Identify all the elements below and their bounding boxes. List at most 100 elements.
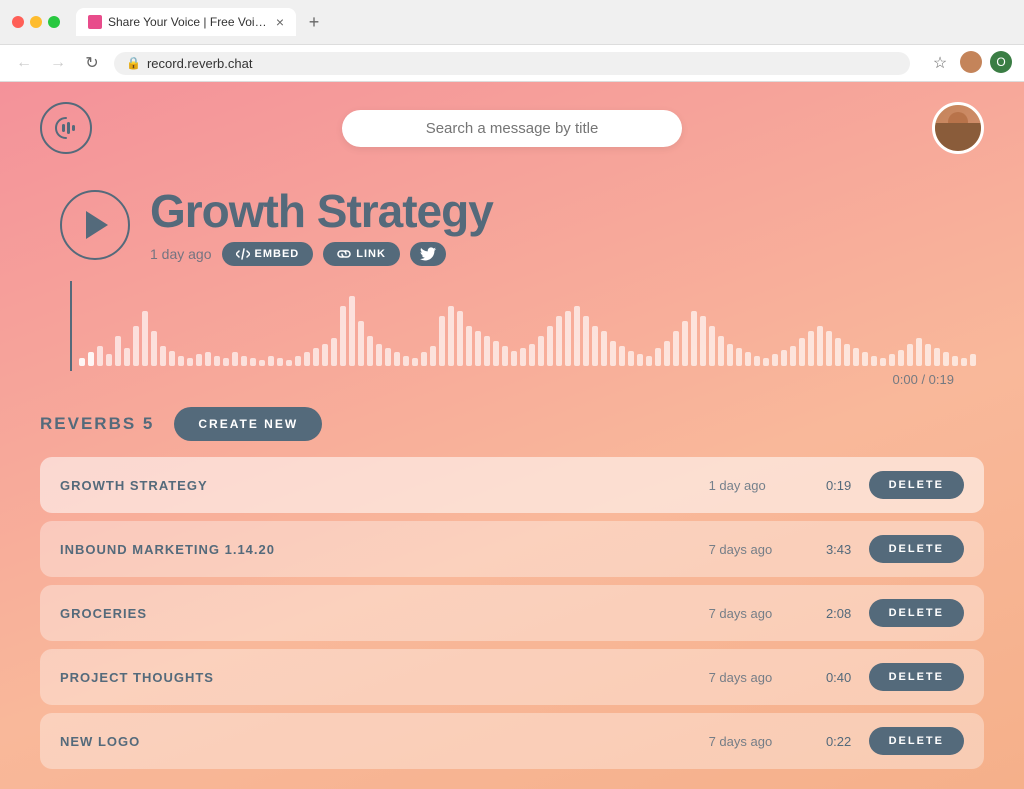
waveform-bar [133, 326, 139, 366]
player-info: Growth Strategy 1 day ago EMBED LINK [150, 184, 493, 266]
maximize-button[interactable] [48, 16, 60, 28]
waveform-bar [331, 338, 337, 366]
waveform-bar [277, 358, 283, 366]
delete-button[interactable]: DELETE [869, 535, 964, 563]
waveform-bar [502, 346, 508, 366]
star-icon[interactable]: ☆ [928, 51, 952, 75]
waveform-bar [718, 336, 724, 366]
waveform-bar [592, 326, 598, 366]
address-bar[interactable]: 🔒 record.reverb.chat [114, 52, 910, 75]
waveform-bar [871, 356, 877, 366]
reverb-name: GROWTH STRATEGY [60, 478, 709, 493]
waveform-bar [952, 356, 958, 366]
waveform-bar [646, 356, 652, 366]
reverb-item[interactable]: NEW LOGO 7 days ago 0:22 DELETE [40, 713, 984, 769]
waveform-bar [376, 344, 382, 366]
waveform-bar [151, 331, 157, 366]
waveform-bar [862, 352, 868, 366]
waveform-bar [259, 360, 265, 366]
waveform-bar [817, 326, 823, 366]
waveform-bar [691, 311, 697, 366]
waveform-bar [214, 356, 220, 366]
minimize-button[interactable] [30, 16, 42, 28]
waveform-bar [475, 331, 481, 366]
waveform-bar [529, 344, 535, 366]
waveform-bar [925, 344, 931, 366]
waveform-bar [97, 346, 103, 366]
back-button[interactable]: ← [12, 51, 36, 75]
waveform-bar [511, 351, 517, 366]
browser-toolbar: ← → ↻ 🔒 record.reverb.chat ☆ O [0, 44, 1024, 82]
forward-button[interactable]: → [46, 51, 70, 75]
reverb-timestamp: 7 days ago [709, 670, 809, 685]
waveform-bar [268, 356, 274, 366]
waveform-bar [844, 344, 850, 366]
waveform-bar [223, 358, 229, 366]
waveform-bar [682, 321, 688, 366]
reverb-item[interactable]: PROJECT THOUGHTS 7 days ago 0:40 DELETE [40, 649, 984, 705]
reverb-item[interactable]: GROCERIES 7 days ago 2:08 DELETE [40, 585, 984, 641]
search-input[interactable] [342, 110, 682, 147]
waveform-bar [556, 316, 562, 366]
twitter-button[interactable] [410, 242, 446, 266]
tab-close-icon[interactable]: × [276, 14, 284, 30]
waveform-bar [493, 341, 499, 366]
waveform-bar [106, 354, 112, 366]
link-button[interactable]: LINK [323, 242, 400, 266]
extension-icon[interactable]: O [990, 51, 1012, 73]
waveform-bar [709, 326, 715, 366]
delete-button[interactable]: DELETE [869, 471, 964, 499]
delete-button[interactable]: DELETE [869, 599, 964, 627]
waveform-bar [142, 311, 148, 366]
delete-button[interactable]: DELETE [869, 663, 964, 691]
waveform-bar [835, 338, 841, 366]
waveform-bar [178, 356, 184, 366]
embed-button[interactable]: EMBED [222, 242, 314, 266]
reverb-item[interactable]: GROWTH STRATEGY 1 day ago 0:19 DELETE [40, 457, 984, 513]
waveform-bar [736, 348, 742, 366]
waveform-bar [430, 346, 436, 366]
create-new-button[interactable]: CREATE NEW [174, 407, 322, 441]
waveform-bar [853, 348, 859, 366]
waveform-bar [304, 352, 310, 366]
waveform-container[interactable]: 0:00 / 0:19 [60, 286, 964, 387]
waveform-bar [367, 336, 373, 366]
browser-actions: ☆ O [928, 51, 1012, 75]
play-button[interactable] [60, 190, 130, 260]
play-icon [86, 211, 108, 239]
refresh-button[interactable]: ↻ [80, 51, 104, 75]
tab-favicon [88, 15, 102, 29]
browser-chrome: Share Your Voice | Free Voice N... × + ←… [0, 0, 1024, 82]
waveform-bar [700, 316, 706, 366]
waveform-bar [547, 326, 553, 366]
waveform-bar [187, 358, 193, 366]
delete-button[interactable]: DELETE [869, 727, 964, 755]
waveform-bar [619, 346, 625, 366]
tab-title: Share Your Voice | Free Voice N... [108, 15, 270, 29]
user-avatar [932, 102, 984, 154]
player-section: Growth Strategy 1 day ago EMBED LINK [0, 174, 1024, 387]
waveform-bar [313, 348, 319, 366]
waveform-bar [349, 296, 355, 366]
waveform-bar [88, 352, 94, 366]
reverb-item[interactable]: INBOUND MARKETING 1.14.20 7 days ago 3:4… [40, 521, 984, 577]
waveform-bar [610, 341, 616, 366]
new-tab-button[interactable]: + [300, 8, 328, 36]
active-tab[interactable]: Share Your Voice | Free Voice N... × [76, 8, 296, 36]
waveform-bar [745, 352, 751, 366]
reverb-name: PROJECT THOUGHTS [60, 670, 709, 685]
waveform-bar [466, 326, 472, 366]
waveform-bar [961, 358, 967, 366]
close-button[interactable] [12, 16, 24, 28]
waveform-bar [763, 358, 769, 366]
waveform-bar [943, 352, 949, 366]
waveform-bar [934, 348, 940, 366]
waveform [70, 286, 964, 366]
waveform-bar [160, 346, 166, 366]
waveform-bar [250, 358, 256, 366]
user-profile-icon[interactable] [960, 51, 982, 73]
time-display: 0:00 / 0:19 [70, 372, 964, 387]
waveform-bar [673, 331, 679, 366]
reverb-timestamp: 7 days ago [709, 606, 809, 621]
waveform-bar [484, 336, 490, 366]
